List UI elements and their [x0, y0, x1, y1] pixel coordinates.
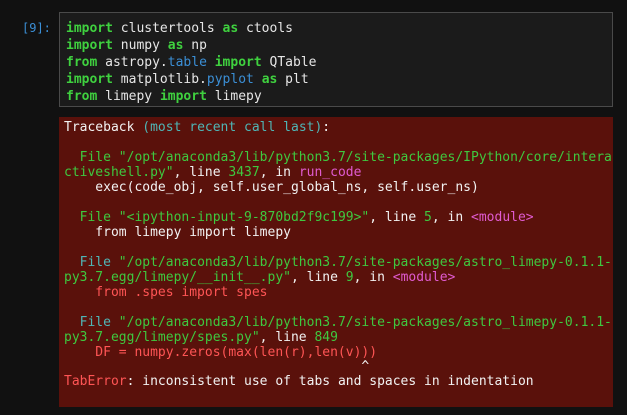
- in-label: , in: [259, 165, 299, 180]
- file-path: py3.7.egg/limepy/__init__.py": [64, 270, 291, 285]
- code-line: from limepy import limepy: [66, 88, 262, 105]
- frame-file-line: py3.7.egg/limepy/__init__.py", line 9, i…: [64, 270, 455, 286]
- code-text: limepy: [206, 89, 262, 104]
- function-name: run_code: [298, 165, 362, 180]
- file-path: "<ipython-input-9-870bd2f9c199>": [118, 210, 370, 225]
- frame-source-line: from .spes import spes: [64, 285, 268, 300]
- file-keyword: File: [64, 255, 119, 270]
- keyword: import: [66, 21, 113, 36]
- keyword: as: [261, 72, 278, 87]
- traceback-header: Traceback (most recent call last):: [64, 120, 330, 136]
- line-label: , line: [369, 210, 425, 225]
- in-label: , in: [353, 270, 393, 285]
- file-path: "/opt/anaconda3/lib/python3.7/site-packa…: [118, 150, 612, 165]
- keyword: from: [66, 55, 98, 70]
- keyword: as: [222, 21, 239, 36]
- line-number: 9: [345, 270, 354, 285]
- file-path: "/opt/anaconda3/lib/python3.7/site-packa…: [118, 315, 612, 330]
- error-output: Traceback (most recent call last): File …: [59, 117, 613, 407]
- code-text: np: [183, 38, 207, 53]
- frame-source-line: exec(code_obj, self.user_global_ns, self…: [64, 180, 479, 195]
- keyword: as: [167, 38, 184, 53]
- module-name: table: [167, 55, 207, 70]
- code-line: from astropy.table import QTable: [66, 54, 317, 71]
- file-path: py3.7.egg/limepy/spes.py": [64, 330, 260, 345]
- file-keyword: File: [64, 150, 119, 165]
- frame-file-line: ctiveshell.py", line 3437, in run_code: [64, 165, 361, 181]
- frame-file-line: File "/opt/anaconda3/lib/python3.7/site-…: [64, 255, 612, 271]
- in-label: , in: [431, 210, 472, 225]
- frame-file-line: py3.7.egg/limepy/spes.py", line 849: [64, 330, 338, 346]
- frame-file-line: File "/opt/anaconda3/lib/python3.7/site-…: [64, 315, 612, 331]
- file-path: "/opt/anaconda3/lib/python3.7/site-packa…: [118, 255, 612, 270]
- line-number: 3437: [228, 165, 260, 180]
- error-type: TabError: [64, 374, 127, 389]
- error-caret: ^: [64, 359, 370, 374]
- cell-prompt: [9]:: [22, 21, 51, 35]
- code-line: import clustertools as ctools: [66, 20, 293, 37]
- file-keyword: File: [64, 210, 119, 225]
- code-text: matplotlib.: [112, 72, 207, 87]
- code-text: plt: [277, 72, 309, 87]
- keyword: import: [214, 55, 262, 70]
- code-line: import matplotlib.pyplot as plt: [66, 71, 309, 88]
- code-text: clustertools: [112, 21, 223, 36]
- code-text: numpy: [112, 38, 168, 53]
- frame-file-line: File "/opt/anaconda3/lib/python3.7/site-…: [64, 150, 612, 166]
- line-label: , line: [290, 270, 346, 285]
- error-message-line: TabError: inconsistent use of tabs and s…: [64, 374, 534, 390]
- traceback-colon: :: [322, 120, 331, 135]
- code-text: ctools: [238, 21, 293, 36]
- keyword: import: [159, 89, 207, 104]
- file-keyword: File: [64, 315, 119, 330]
- line-label: , line: [173, 165, 229, 180]
- error-message: : inconsistent use of tabs and spaces in…: [126, 374, 534, 389]
- traceback-word: Traceback: [64, 120, 143, 135]
- code-text: QTable: [261, 55, 317, 70]
- frame-file-line: File "<ipython-input-9-870bd2f9c199>", l…: [64, 210, 534, 226]
- function-name: <module>: [471, 210, 534, 225]
- module-name: pyplot: [206, 72, 254, 87]
- code-cell[interactable]: import clustertools as ctools import num…: [59, 12, 613, 107]
- keyword: from: [66, 89, 98, 104]
- line-number: 849: [314, 330, 338, 345]
- line-label: , line: [259, 330, 315, 345]
- line-number: 5: [424, 210, 432, 225]
- code-line: import numpy as np: [66, 37, 207, 54]
- file-path: ctiveshell.py": [64, 165, 174, 180]
- keyword: import: [66, 72, 113, 87]
- traceback-note: (most recent call last): [142, 120, 323, 135]
- function-name: <module>: [392, 270, 456, 285]
- frame-source-line: from limepy import limepy: [64, 225, 291, 240]
- keyword: import: [66, 38, 113, 53]
- code-text: astropy.: [97, 55, 168, 70]
- code-text: limepy: [97, 89, 160, 104]
